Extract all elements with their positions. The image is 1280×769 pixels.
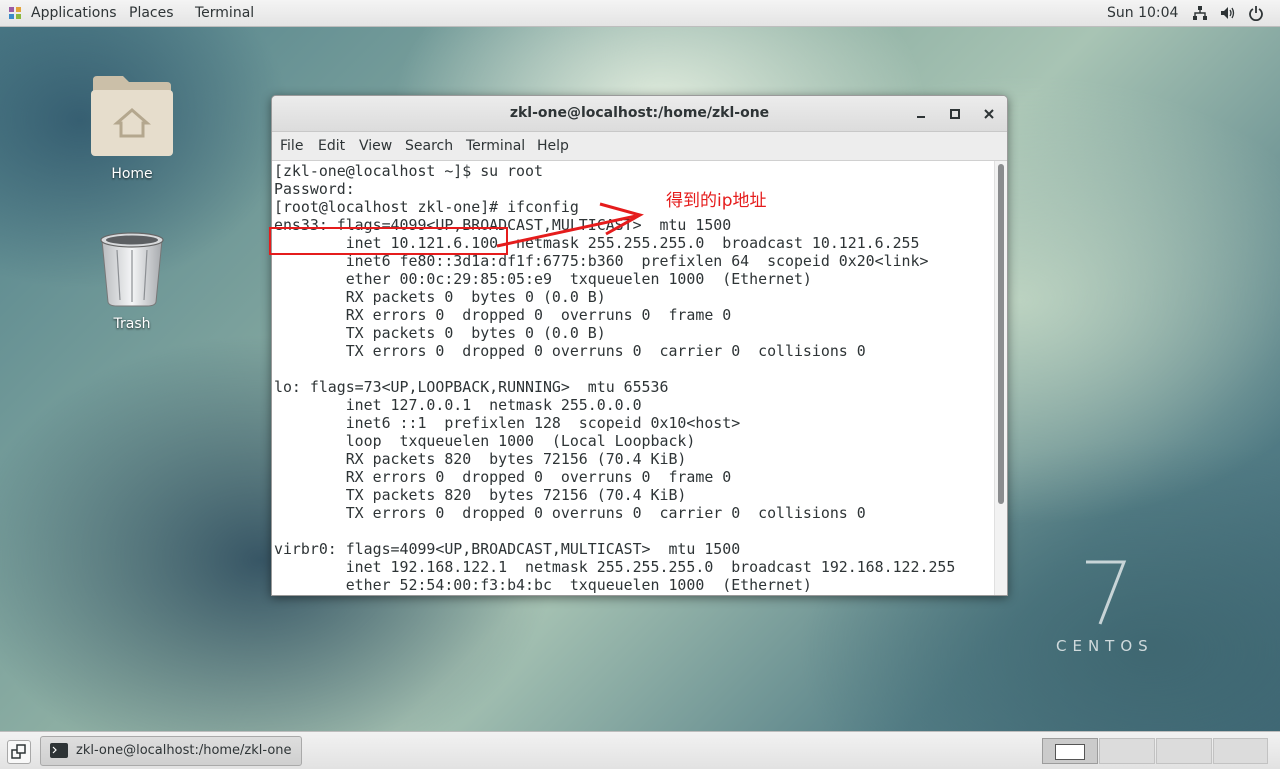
terminal-line: [root@localhost zkl-one]# ifconfig	[274, 198, 579, 216]
terminal-line: ether 00:0c:29:85:05:e9 txqueuelen 1000 …	[274, 270, 812, 288]
applications-menu[interactable]: Applications	[31, 0, 117, 26]
desktop-icon-trash[interactable]: Trash	[77, 230, 187, 332]
menu-help[interactable]: Help	[537, 132, 569, 160]
menu-edit[interactable]: Edit	[318, 132, 345, 160]
workspace-window-thumb	[1055, 744, 1085, 760]
centos-seven-logo	[1086, 560, 1127, 625]
clock[interactable]: Sun 10:04	[1107, 0, 1178, 26]
terminal-line: inet 10.121.6.100 netmask 255.255.255.0 …	[274, 234, 920, 252]
scrollbar-thumb[interactable]	[998, 164, 1004, 504]
desktop-icon-label: Home	[111, 166, 153, 182]
power-icon[interactable]	[1248, 5, 1264, 21]
terminal-line: inet6 ::1 prefixlen 128 scopeid 0x10<hos…	[274, 414, 741, 432]
desktop-icon-label: Trash	[113, 316, 151, 332]
centos-watermark: CENTOS	[1056, 637, 1154, 655]
terminal-line: RX errors 0 dropped 0 overruns 0 frame 0	[274, 306, 732, 324]
bottom-panel: zkl-one@localhost:/home/zkl-one	[0, 731, 1280, 769]
terminal-line: inet6 fe80::3d1a:df1f:6775:b360 prefixle…	[274, 252, 929, 270]
applications-icon	[9, 7, 21, 19]
terminal-line: lo: flags=73<UP,LOOPBACK,RUNNING> mtu 65…	[274, 378, 669, 396]
minimize-icon	[917, 116, 925, 118]
terminal-icon	[50, 743, 68, 758]
maximize-icon	[950, 109, 960, 119]
close-icon	[984, 109, 994, 119]
desktop-icon-home[interactable]: Home	[77, 72, 187, 182]
terminal-line: inet 127.0.0.1 netmask 255.0.0.0	[274, 396, 642, 414]
terminal-line: TX packets 820 bytes 72156 (70.4 KiB)	[274, 486, 687, 504]
terminal-line: RX packets 820 bytes 72156 (70.4 KiB)	[274, 450, 687, 468]
menu-search[interactable]: Search	[405, 132, 453, 160]
workspace-1[interactable]	[1042, 738, 1098, 764]
window-titlebar[interactable]: zkl-one@localhost:/home/zkl-one	[272, 96, 1007, 132]
terminal-output[interactable]: [zkl-one@localhost ~]$ su root Password:…	[272, 161, 994, 595]
terminal-line: [zkl-one@localhost ~]$ su root	[274, 162, 543, 180]
terminal-text: [zkl-one@localhost ~]$ su root Password:…	[272, 161, 994, 594]
menu-file[interactable]: File	[280, 132, 303, 160]
menubar: File Edit View Search Terminal Help	[272, 132, 1007, 161]
show-desktop-icon	[11, 744, 26, 759]
terminal-line: ens33: flags=4099<UP,BROADCAST,MULTICAST…	[274, 216, 732, 234]
taskbar-terminal-button[interactable]: zkl-one@localhost:/home/zkl-one	[40, 736, 302, 766]
show-desktop-button[interactable]	[7, 740, 31, 764]
terminal-line: Password:	[274, 180, 355, 198]
menu-view[interactable]: View	[359, 132, 392, 160]
terminal-scrollbar[interactable]	[994, 161, 1007, 595]
close-button[interactable]	[980, 105, 998, 123]
terminal-line: virbr0: flags=4099<UP,BROADCAST,MULTICAS…	[274, 540, 741, 558]
top-panel: Applications Places Terminal Sun 10:04	[0, 0, 1280, 27]
network-icon[interactable]	[1192, 5, 1208, 21]
terminal-window[interactable]: zkl-one@localhost:/home/zkl-one File Edi…	[271, 95, 1008, 596]
terminal-line: inet 192.168.122.1 netmask 255.255.255.0…	[274, 558, 956, 576]
terminal-line: TX packets 0 bytes 0 (0.0 B)	[274, 324, 606, 342]
trash-can-icon	[100, 232, 164, 307]
terminal-line: RX packets 0 bytes 0 (0.0 B)	[274, 288, 606, 306]
terminal-app-menu[interactable]: Terminal	[195, 0, 254, 26]
minimize-button[interactable]	[912, 105, 930, 123]
workspace-3[interactable]	[1156, 738, 1212, 764]
terminal-line: loop txqueuelen 1000 (Local Loopback)	[274, 432, 696, 450]
workspace-2[interactable]	[1099, 738, 1155, 764]
terminal-line: RX errors 0 dropped 0 overruns 0 frame 0	[274, 468, 732, 486]
volume-icon[interactable]	[1219, 5, 1235, 21]
taskbar-label: zkl-one@localhost:/home/zkl-one	[76, 743, 292, 758]
annotation-label: 得到的ip地址	[666, 191, 767, 211]
maximize-button[interactable]	[946, 105, 964, 123]
terminal-line: TX errors 0 dropped 0 overruns 0 carrier…	[274, 504, 866, 522]
window-title: zkl-one@localhost:/home/zkl-one	[509, 105, 770, 121]
menu-terminal[interactable]: Terminal	[466, 132, 525, 160]
places-menu[interactable]: Places	[129, 0, 174, 26]
workspace-4[interactable]	[1213, 738, 1268, 764]
terminal-line: TX errors 0 dropped 0 overruns 0 carrier…	[274, 342, 866, 360]
home-folder-icon	[91, 76, 173, 156]
terminal-line: ether 52:54:00:f3:b4:bc txqueuelen 1000 …	[274, 576, 812, 594]
